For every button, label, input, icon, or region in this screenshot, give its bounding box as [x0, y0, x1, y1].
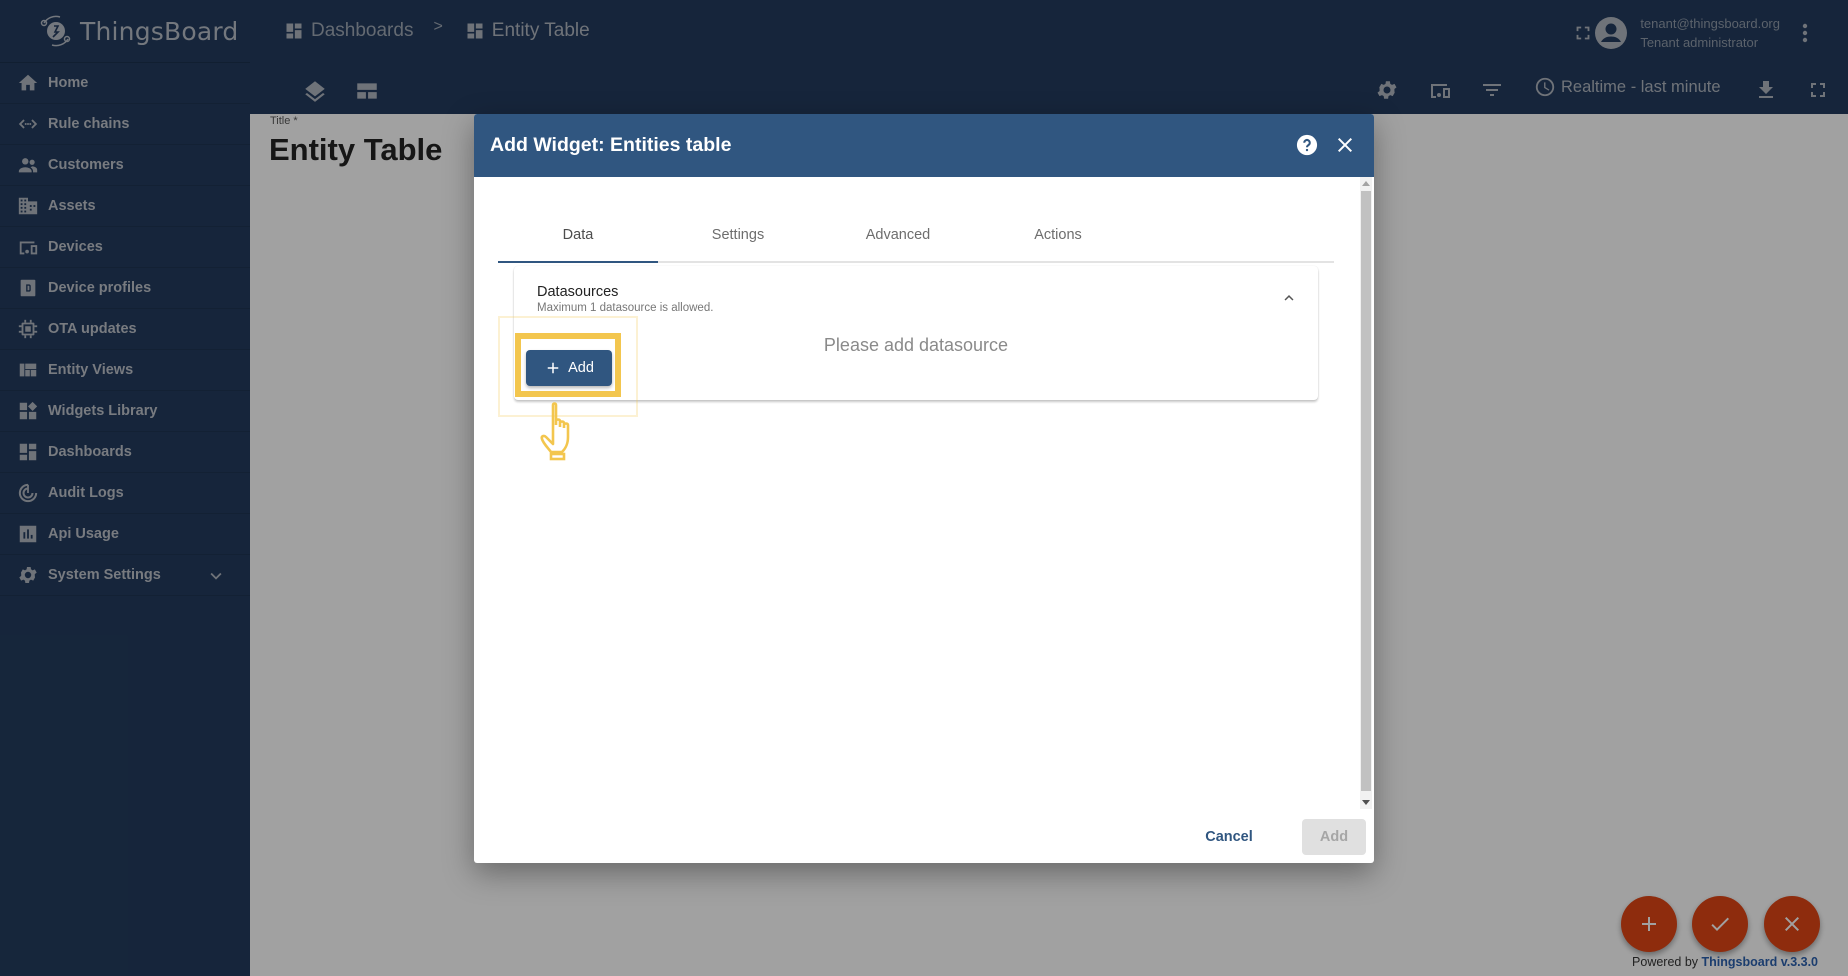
- cancel-button[interactable]: Cancel: [1187, 819, 1271, 855]
- dialog-title: Add Widget: Entities table: [490, 134, 732, 156]
- plus-icon: [547, 362, 559, 374]
- widget-config-tabs: Data Settings Advanced Actions: [498, 211, 1334, 263]
- chevron-up-icon[interactable]: [1280, 289, 1298, 307]
- datasources-subtitle: Maximum 1 datasource is allowed.: [537, 302, 714, 314]
- scroll-down-arrow-icon[interactable]: [1362, 800, 1370, 805]
- scrollbar-thumb[interactable]: [1361, 191, 1371, 791]
- pointing-hand-icon: [540, 402, 570, 461]
- help-icon[interactable]: [1296, 134, 1318, 156]
- scroll-up-arrow-icon[interactable]: [1362, 181, 1370, 186]
- datasources-title: Datasources: [537, 284, 619, 300]
- close-icon[interactable]: [1333, 133, 1357, 157]
- tab-data[interactable]: Data: [498, 211, 658, 263]
- dialog-header: Add Widget: Entities table: [474, 114, 1374, 177]
- add-widget-dialog: Add Widget: Entities table Data Settings…: [474, 114, 1374, 863]
- add-datasource-label: Add: [568, 360, 594, 376]
- add-widget-button[interactable]: Add: [1302, 819, 1366, 855]
- tab-actions[interactable]: Actions: [978, 211, 1138, 261]
- dialog-scrollbar[interactable]: [1360, 177, 1372, 809]
- tab-advanced[interactable]: Advanced: [818, 211, 978, 261]
- add-datasource-button[interactable]: Add: [526, 350, 612, 386]
- tab-settings[interactable]: Settings: [658, 211, 818, 261]
